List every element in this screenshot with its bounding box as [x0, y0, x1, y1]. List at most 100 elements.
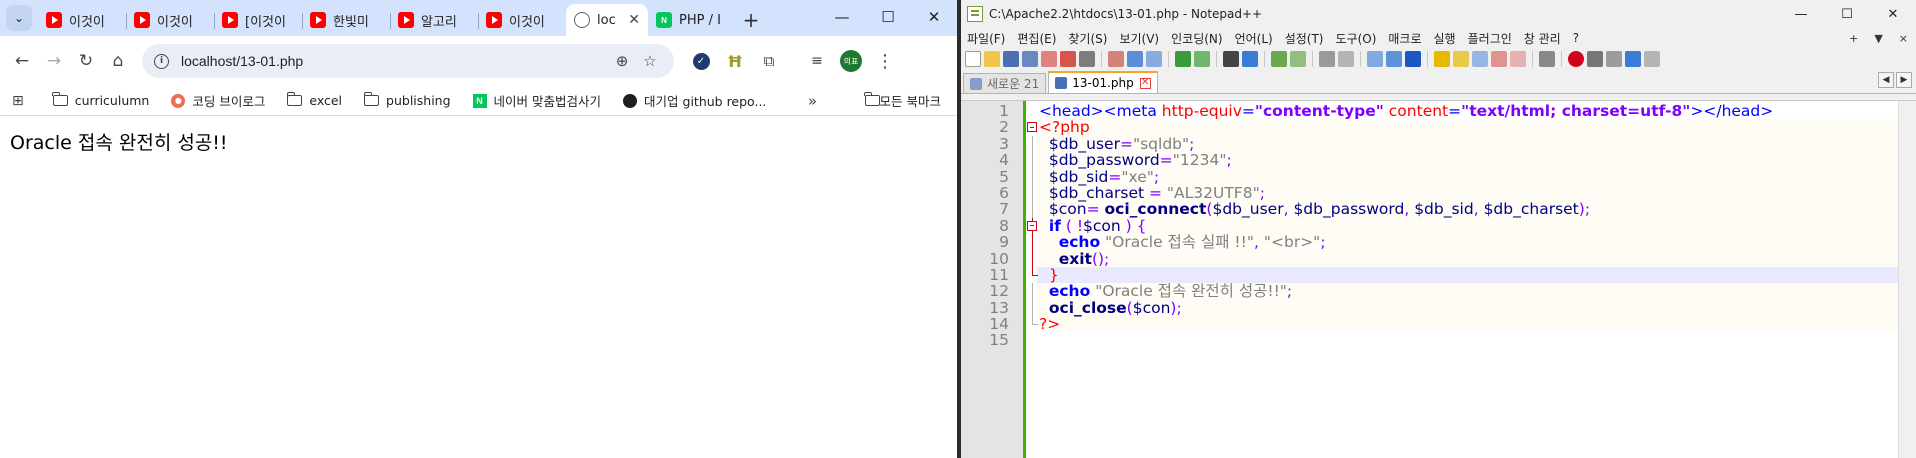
word-wrap-icon[interactable] [1367, 51, 1383, 67]
bookmark-star-icon[interactable]: ☆ [636, 52, 664, 70]
stop-macro-icon[interactable] [1587, 51, 1603, 67]
bookmark-github[interactable]: 대기업 github repo... [623, 91, 766, 110]
media-queue-button[interactable]: ≡ [800, 45, 834, 77]
reload-button[interactable]: ↻ [70, 45, 102, 77]
bookmark-folder-publishing[interactable]: publishing [363, 92, 451, 108]
npp-tab-active[interactable]: 13-01.php ✕ [1048, 71, 1158, 93]
menu-button[interactable]: ⋮ [868, 45, 902, 77]
bookmark-folder-curriculumn[interactable]: curriculumn [52, 92, 149, 108]
menu-window[interactable]: 창 관리 [1524, 30, 1561, 47]
fold-toggle-php[interactable] [1027, 122, 1037, 133]
play-macro-icon[interactable] [1606, 51, 1622, 67]
menu-search[interactable]: 찾기(S) [1068, 30, 1107, 47]
menu-run[interactable]: 실행 [1434, 30, 1456, 47]
monitoring-icon[interactable] [1510, 51, 1526, 67]
sync-vertical-icon[interactable] [1319, 51, 1335, 67]
code-text-area[interactable]: <head><meta http-equiv="content-type" co… [1037, 101, 1898, 458]
browser-tab[interactable]: 알고리 [390, 4, 478, 36]
minimize-button[interactable]: — [819, 0, 865, 34]
find-icon[interactable] [1223, 51, 1239, 67]
home-button[interactable]: ⌂ [102, 45, 134, 77]
npp-minimize-button[interactable]: — [1778, 0, 1824, 28]
address-bar[interactable]: i ⊕ ☆ [142, 44, 674, 78]
close-file-icon[interactable] [1041, 51, 1057, 67]
extension-ladder-button[interactable]: Ħ [718, 45, 752, 77]
zoom-out-icon[interactable] [1290, 51, 1306, 67]
menu-language[interactable]: 언어(L) [1235, 30, 1273, 47]
apps-button[interactable]: ⊞ [12, 93, 31, 109]
npp-tab-new21[interactable]: 새로운 21 [963, 73, 1047, 93]
replace-icon[interactable] [1242, 51, 1258, 67]
menu-help[interactable]: ? [1573, 31, 1579, 45]
new-file-icon[interactable] [965, 51, 981, 67]
tab-scroll-right-button[interactable]: ▶ [1896, 72, 1912, 88]
open-file-icon[interactable] [984, 51, 1000, 67]
sync-horizontal-icon[interactable] [1338, 51, 1354, 67]
zoom-icon[interactable]: ⊕ [608, 52, 636, 70]
maximize-button[interactable]: ☐ [865, 0, 911, 34]
udl-icon[interactable] [1434, 51, 1450, 67]
fold-toggle-if[interactable] [1027, 220, 1037, 231]
close-tab-icon[interactable]: ✕ [1139, 77, 1151, 89]
record-macro-icon[interactable] [1568, 51, 1584, 67]
forward-button[interactable]: → [38, 45, 70, 77]
browser-tab[interactable]: 이것이 [126, 4, 214, 36]
save-all-icon[interactable] [1022, 51, 1038, 67]
browser-tab[interactable]: 이것이 [38, 4, 126, 36]
bookmark-coding-vlog[interactable]: ● 코딩 브이로그 [171, 91, 265, 110]
doc-map-icon[interactable] [1453, 51, 1469, 67]
tab-scroll-left-button[interactable]: ◀ [1878, 72, 1894, 88]
function-list-icon[interactable] [1472, 51, 1488, 67]
browser-tab-active[interactable]: loc ✕ [566, 4, 648, 36]
tab-search-button[interactable]: ⌄ [6, 5, 32, 31]
show-all-chars-icon[interactable] [1386, 51, 1402, 67]
close-all-icon[interactable] [1060, 51, 1076, 67]
all-bookmarks-button[interactable]: 모든 북마크 [864, 91, 941, 110]
vertical-scrollbar[interactable] [1898, 101, 1916, 458]
bookmarks-overflow-button[interactable]: » [808, 92, 817, 110]
site-info-icon[interactable]: i [154, 53, 169, 69]
play-multiple-icon[interactable] [1625, 51, 1641, 67]
cut-icon[interactable] [1108, 51, 1124, 67]
folder-workspace-icon[interactable] [1491, 51, 1507, 67]
save-macro-icon[interactable] [1644, 51, 1660, 67]
browser-tab[interactable]: 한빛미 [302, 4, 390, 36]
npp-maximize-button[interactable]: ☐ [1824, 0, 1870, 28]
npp-close-button[interactable]: ✕ [1870, 0, 1916, 28]
url-input[interactable] [181, 53, 608, 69]
menu-file[interactable]: 파일(F) [967, 30, 1005, 47]
menu-settings[interactable]: 설정(T) [1285, 30, 1324, 47]
eye-icon[interactable] [1539, 51, 1555, 67]
browser-tab[interactable]: N PHP / I [648, 4, 736, 36]
browser-tab[interactable]: [이것이 [214, 4, 302, 36]
extensions-button[interactable]: ⧉ [752, 45, 786, 77]
zoom-in-icon[interactable] [1271, 51, 1287, 67]
print-icon[interactable] [1079, 51, 1095, 67]
bookmark-folder-excel[interactable]: excel [286, 92, 342, 108]
menu-tools[interactable]: 도구(O) [1336, 30, 1377, 47]
paste-icon[interactable] [1146, 51, 1162, 67]
redo-icon[interactable] [1194, 51, 1210, 67]
menu-macro[interactable]: 매크로 [1388, 30, 1421, 47]
new-tab-button[interactable]: + [736, 4, 766, 36]
menu-view[interactable]: 보기(V) [1119, 30, 1159, 47]
close-doc-button[interactable]: × [1899, 32, 1908, 45]
indent-guide-icon[interactable] [1405, 51, 1421, 67]
back-button[interactable]: ← [6, 45, 38, 77]
close-window-button[interactable]: ✕ [911, 0, 957, 34]
code-editor[interactable]: 1 2 3 4 5 6 7 8 9 10 11 12 13 14 15 <hea… [961, 100, 1916, 458]
doc-list-dropdown-button[interactable]: ▼ [1874, 32, 1882, 45]
new-doc-plus-button[interactable]: + [1849, 32, 1858, 45]
browser-tab[interactable]: 이것이 [478, 4, 566, 36]
bookmark-naver-spellcheck[interactable]: N 네이버 맞춤법검사기 [472, 91, 601, 110]
menu-encoding[interactable]: 인코딩(N) [1171, 30, 1222, 47]
menu-edit[interactable]: 편집(E) [1017, 30, 1056, 47]
undo-icon[interactable] [1175, 51, 1191, 67]
close-tab-icon[interactable]: ✕ [628, 12, 640, 28]
toolbar-separator [1561, 51, 1562, 67]
menu-plugins[interactable]: 플러그인 [1468, 30, 1512, 47]
extension-check-button[interactable]: ✓ [684, 45, 718, 77]
profile-button[interactable]: 의표 [834, 45, 868, 77]
save-icon[interactable] [1003, 51, 1019, 67]
copy-icon[interactable] [1127, 51, 1143, 67]
